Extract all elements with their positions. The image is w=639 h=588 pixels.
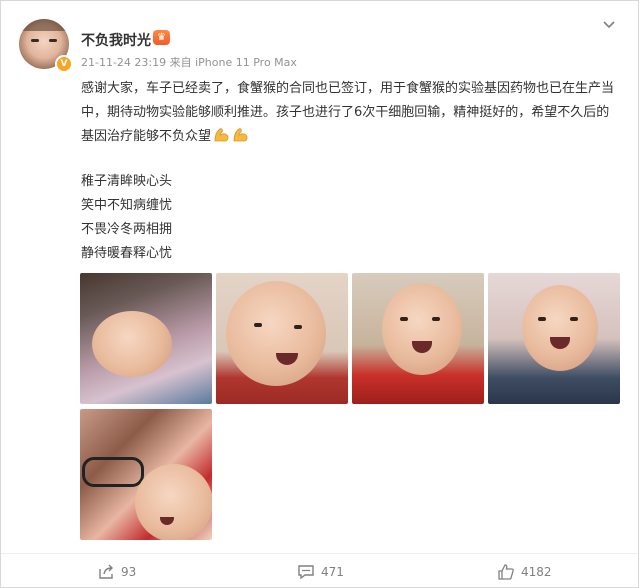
photo-baby-smiling-red-coat[interactable]	[352, 273, 484, 404]
poem-line: 稚子清眸映心头	[81, 174, 173, 189]
flexed-biceps-icon	[233, 128, 248, 142]
poem: 稚子清眸映心头 笑中不知病缠忧 不畏冷冬两相拥 静待暖春释心忧	[81, 170, 172, 266]
post-meta: 21-11-24 23:19 来自 iPhone 11 Pro Max	[81, 56, 297, 69]
comment-icon	[298, 565, 314, 580]
action-bar: 93 471 4182	[1, 553, 638, 588]
thumbs-up-icon	[498, 564, 514, 580]
weibo-post-card: V 不负我时光 ♛ 21-11-24 23:19 来自 iPhone 11 Pr…	[0, 0, 639, 588]
photo-baby-sleeping[interactable]	[80, 273, 212, 404]
poem-line: 笑中不知病缠忧	[81, 198, 173, 213]
photo-baby-smiling-red-sweater[interactable]	[216, 273, 348, 404]
glasses	[82, 457, 144, 487]
photo-mother-and-baby[interactable]	[80, 409, 212, 540]
poem-line: 不畏冷冬两相拥	[81, 222, 173, 237]
member-crown-icon: ♛	[153, 30, 170, 45]
post-body: 感谢大家，车子已经卖了，食蟹猴的合同也已签订，用于食蟹猴的实验基因药物也已在生产…	[81, 81, 615, 144]
share-icon	[99, 564, 113, 579]
share-count: 93	[121, 565, 137, 579]
comment-count: 471	[321, 565, 344, 579]
chevron-down-icon[interactable]	[602, 17, 616, 31]
like-count: 4182	[521, 565, 552, 579]
poem-line: 静待暖春释心忧	[81, 246, 173, 261]
photo-baby-with-bib[interactable]	[488, 273, 620, 404]
verified-badge: V	[55, 55, 73, 73]
post-text: 感谢大家，车子已经卖了，食蟹猴的合同也已签订，用于食蟹猴的实验基因药物也已在生产…	[81, 77, 616, 149]
flexed-biceps-icon	[214, 128, 229, 142]
author-name[interactable]: 不负我时光	[81, 30, 151, 50]
